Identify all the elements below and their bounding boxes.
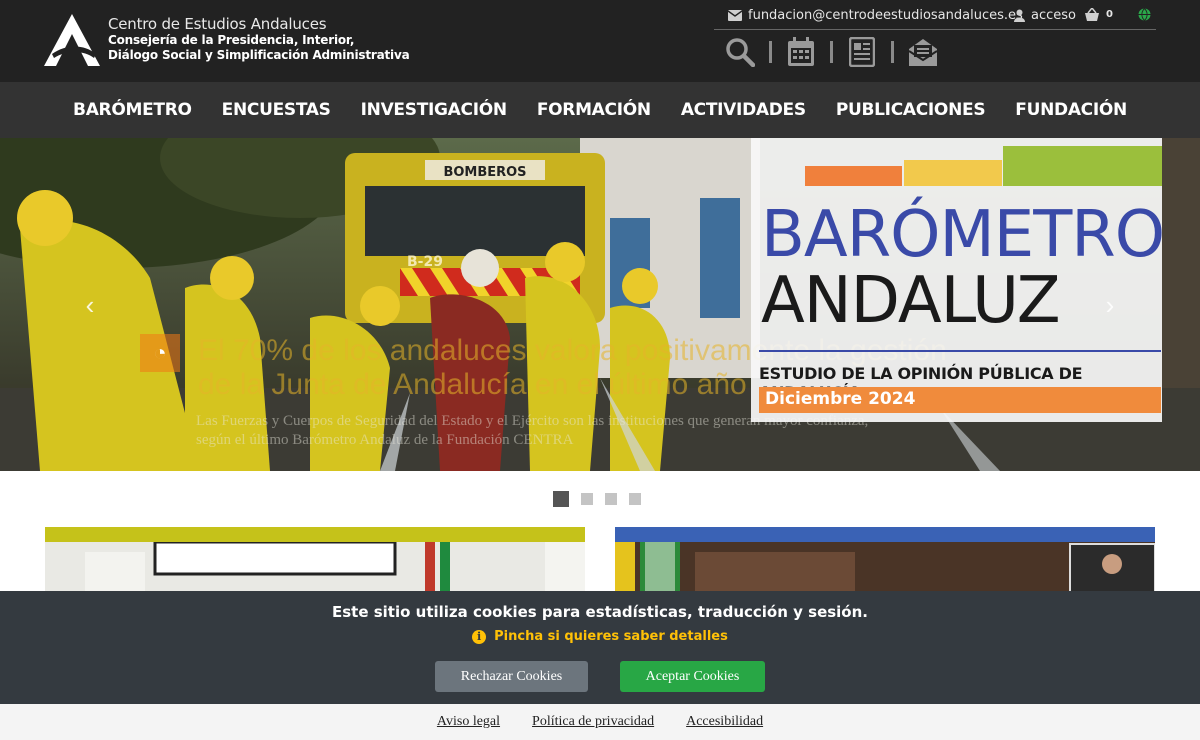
nav-item-fundacion[interactable]: FUNDACIÓN xyxy=(1000,100,1142,120)
nav-item-investigacion[interactable]: INVESTIGACIÓN xyxy=(346,100,522,120)
divider xyxy=(759,350,1161,352)
divider xyxy=(891,41,894,63)
main-navigation: BARÓMETRO ENCUESTAS INVESTIGACIÓN FORMAC… xyxy=(0,82,1200,138)
truck-plate: B-29 xyxy=(407,254,443,270)
dept-line-2: Diálogo Social y Simplificación Administ… xyxy=(108,48,410,62)
newspaper-icon[interactable] xyxy=(846,36,878,68)
site-header: Centro de Estudios Andaluces Consejería … xyxy=(0,0,1200,82)
cart-link[interactable]: 0 xyxy=(1084,8,1113,21)
carousel-next-arrow[interactable]: › xyxy=(1098,290,1122,320)
email-link[interactable]: fundacion@centrodeestudiosandaluces.es xyxy=(728,8,1023,23)
footer-links: Aviso legal Política de privacidad Acces… xyxy=(0,704,1200,740)
nav-item-encuestas[interactable]: ENCUESTAS xyxy=(207,100,346,120)
cookie-details-link[interactable]: i Pincha si quieres saber detalles xyxy=(0,629,1200,644)
footer-link-accesibilidad[interactable]: Accesibilidad xyxy=(686,714,763,730)
nav-item-formacion[interactable]: FORMACIÓN xyxy=(522,100,666,120)
cart-count: 0 xyxy=(1106,9,1113,20)
dept-line-1: Consejería de la Presidencia, Interior, xyxy=(108,33,355,47)
top-utility-bar: fundacion@centrodeestudiosandaluces.es a… xyxy=(714,6,1156,30)
decor-bar xyxy=(805,166,902,186)
newsletter-icon[interactable] xyxy=(907,36,939,68)
decor-bar xyxy=(1003,146,1162,186)
divider xyxy=(830,41,833,63)
nav-item-barometro[interactable]: BARÓMETRO xyxy=(58,100,207,120)
info-icon: i xyxy=(472,629,487,644)
carousel-indicator-1[interactable] xyxy=(553,491,569,507)
carousel-prev-arrow[interactable]: ‹ xyxy=(78,290,102,320)
email-text: fundacion@centrodeestudiosandaluces.es xyxy=(748,8,1023,23)
org-name: Centro de Estudios Andaluces xyxy=(108,15,327,33)
carousel-indicator-2[interactable] xyxy=(581,493,593,505)
login-link[interactable]: acceso xyxy=(1014,8,1076,23)
promo-title-line-2: ANDALUZ xyxy=(761,264,1061,338)
quick-access-icons xyxy=(724,36,939,68)
carousel-indicator-3[interactable] xyxy=(605,493,617,505)
basket-icon xyxy=(1085,8,1099,21)
caption-sub-line-2: según el último Barómetro Andaluz de la … xyxy=(196,432,574,448)
card-accent-stripe xyxy=(615,527,1155,542)
card-accent-stripe xyxy=(45,527,585,542)
cookie-details-text: Pincha si quieres saber detalles xyxy=(494,629,728,644)
divider xyxy=(769,41,772,63)
accept-cookies-button[interactable]: Aceptar Cookies xyxy=(620,661,765,692)
decor-bar xyxy=(904,160,1002,186)
calendar-icon[interactable] xyxy=(785,36,817,68)
promo-title-line-1: BARÓMETRO xyxy=(761,198,1165,272)
chart-icon: ◔ xyxy=(140,334,180,372)
barometro-promo-banner[interactable]: BARÓMETRO ANDALUZ ESTUDIO DE LA OPINIÓN … xyxy=(751,138,1165,422)
cookie-message: Este sitio utiliza cookies para estadíst… xyxy=(331,603,868,621)
login-label: acceso xyxy=(1031,8,1076,23)
truck-label: BOMBEROS xyxy=(443,165,526,180)
user-icon xyxy=(1014,9,1025,22)
nav-item-actividades[interactable]: ACTIVIDADES xyxy=(666,100,821,120)
footer-link-privacidad[interactable]: Política de privacidad xyxy=(532,714,654,730)
carousel-indicators xyxy=(553,491,641,507)
organization-block[interactable]: Centro de Estudios Andaluces Consejería … xyxy=(108,15,410,63)
promo-date: Diciembre 2024 xyxy=(765,389,916,409)
envelope-icon xyxy=(728,10,742,21)
nav-item-publicaciones[interactable]: PUBLICACIONES xyxy=(821,100,1000,120)
cookie-consent-banner: Este sitio utiliza cookies para estadíst… xyxy=(0,591,1200,704)
language-selector[interactable] xyxy=(1138,8,1151,21)
reject-cookies-button[interactable]: Rechazar Cookies xyxy=(435,661,588,692)
hero-carousel[interactable]: BOMBEROS B-29 ◔ El 70% de los andaluces … xyxy=(0,138,1200,471)
footer-link-aviso-legal[interactable]: Aviso legal xyxy=(437,714,500,730)
search-icon[interactable] xyxy=(724,36,756,68)
carousel-indicator-4[interactable] xyxy=(629,493,641,505)
junta-andalucia-logo[interactable] xyxy=(44,14,100,66)
globe-icon xyxy=(1138,8,1151,21)
